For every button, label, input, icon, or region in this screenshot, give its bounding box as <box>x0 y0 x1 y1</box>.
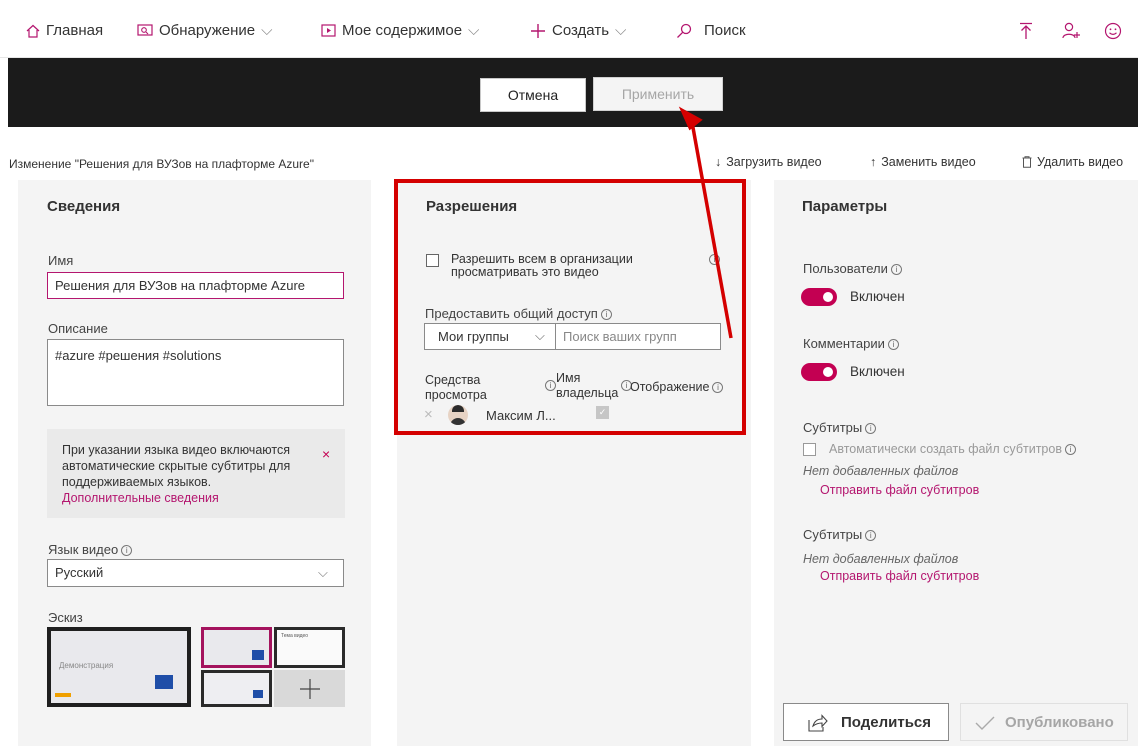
nav-search[interactable]: Поиск <box>676 22 746 39</box>
nav-create-label: Создать <box>552 22 610 39</box>
name-input[interactable]: Решения для ВУЗов на плафторме Azure <box>47 272 344 299</box>
add-thumbnail-button[interactable] <box>274 670 345 707</box>
thumbnail-caption: Тема видео <box>281 633 309 639</box>
upload-arrow-icon: ↑ <box>870 155 877 169</box>
delete-video-label: Удалить видео <box>1037 155 1124 169</box>
replace-video-label: Заменить видео <box>881 155 976 169</box>
upload-icon[interactable] <box>1018 22 1034 40</box>
plus-icon <box>300 679 320 699</box>
nav-my-content[interactable]: Мое содержимое ⌵ <box>321 22 479 39</box>
comments-label: Комментарии i <box>803 336 899 351</box>
video-language-select[interactable]: Русский <box>47 559 344 587</box>
published-button-label: Опубликовано <box>1005 714 1114 731</box>
search-icon <box>677 23 692 38</box>
thumbnail-option[interactable] <box>201 670 272 707</box>
thumbnail-caption: Демонстрация <box>59 661 114 670</box>
comments-toggle-state: Включен <box>850 364 905 379</box>
no-files-text: Нет добавленных файлов <box>803 552 959 566</box>
nav-create[interactable]: Создать ⌵ <box>530 22 626 39</box>
info-icon: i <box>865 423 877 434</box>
teams-logo-icon <box>253 690 263 698</box>
send-subtitles-link[interactable]: Отправить файл субтитров <box>820 569 979 583</box>
nav-my-content-label: Мое содержимое <box>342 22 463 39</box>
description-label: Описание <box>48 321 108 336</box>
page-title: Изменение "Решения для ВУЗов на плафторм… <box>9 157 314 171</box>
notice-text: При указании языка видео включаются авто… <box>62 443 291 489</box>
thumbnail-selected[interactable] <box>201 627 272 668</box>
users-label: Пользователи i <box>803 261 902 276</box>
share-button-label: Поделиться <box>841 714 932 731</box>
discover-icon <box>137 23 153 36</box>
details-header: Сведения <box>47 198 121 215</box>
name-label: Имя <box>48 253 74 268</box>
thumbnail-option[interactable]: Тема видео <box>274 627 345 668</box>
info-icon: i <box>121 545 133 556</box>
settings-header: Параметры <box>802 198 888 215</box>
published-button[interactable]: Опубликовано <box>960 703 1128 741</box>
language-notice-text: При указании языка видео включаются авто… <box>62 442 302 506</box>
home-icon <box>26 24 40 38</box>
share-icon <box>808 714 828 732</box>
video-language-label: Язык видео i <box>48 542 133 557</box>
auto-subtitles-checkbox[interactable] <box>803 443 816 456</box>
users-toggle-state: Включен <box>850 289 905 304</box>
users-toggle[interactable] <box>801 288 837 306</box>
smiley-icon[interactable] <box>1104 22 1122 40</box>
video-icon <box>321 24 336 37</box>
chevron-down-icon: ⌵ <box>468 22 480 39</box>
plus-icon <box>531 23 545 38</box>
replace-video-button[interactable]: ↑ Заменить видео <box>870 155 976 169</box>
nav-discover-label: Обнаружение <box>159 22 256 39</box>
send-subtitles-link[interactable]: Отправить файл субтитров <box>820 483 979 497</box>
microsoft-logo-icon <box>55 693 71 697</box>
delete-video-button[interactable]: Удалить видео <box>1022 155 1123 169</box>
close-icon[interactable]: × <box>322 446 330 462</box>
subtitles-label: Субтитры i <box>803 420 877 435</box>
teams-logo-icon <box>155 675 173 689</box>
chevron-down-icon: ⌵ <box>261 22 273 39</box>
chevron-down-icon: ⌵ <box>615 22 627 39</box>
nav-discover[interactable]: Обнаружение ⌵ <box>137 22 272 39</box>
thumbnail-option[interactable]: Демонстрация <box>47 627 191 707</box>
auto-subtitles-label: Автоматически создать файл субтитров i <box>829 442 1076 456</box>
thumbnail-label: Эскиз <box>48 610 83 625</box>
info-icon: i <box>865 530 877 541</box>
chevron-down-icon: ⌵ <box>318 565 328 580</box>
nav-home[interactable]: Главная <box>26 22 103 39</box>
share-button[interactable]: Поделиться <box>783 703 949 741</box>
highlight-arrow <box>678 106 733 339</box>
no-files-text: Нет добавленных файлов <box>803 464 959 478</box>
teams-logo-icon <box>252 650 264 660</box>
checkmark-icon <box>975 716 995 730</box>
description-input[interactable]: #azure #решения #solutions <box>47 339 344 406</box>
info-icon: i <box>887 339 899 350</box>
comments-toggle[interactable] <box>801 363 837 381</box>
cancel-button[interactable]: Отмена <box>480 78 586 112</box>
trash-icon <box>1022 156 1032 168</box>
more-info-link[interactable]: Дополнительные сведения <box>62 491 219 505</box>
nav-search-label: Поиск <box>704 22 746 39</box>
subtitles-label: Субтитры i <box>803 527 877 542</box>
add-user-icon[interactable] <box>1062 22 1082 40</box>
nav-home-label: Главная <box>46 22 104 39</box>
info-icon: i <box>1064 444 1076 455</box>
info-icon: i <box>890 264 902 275</box>
